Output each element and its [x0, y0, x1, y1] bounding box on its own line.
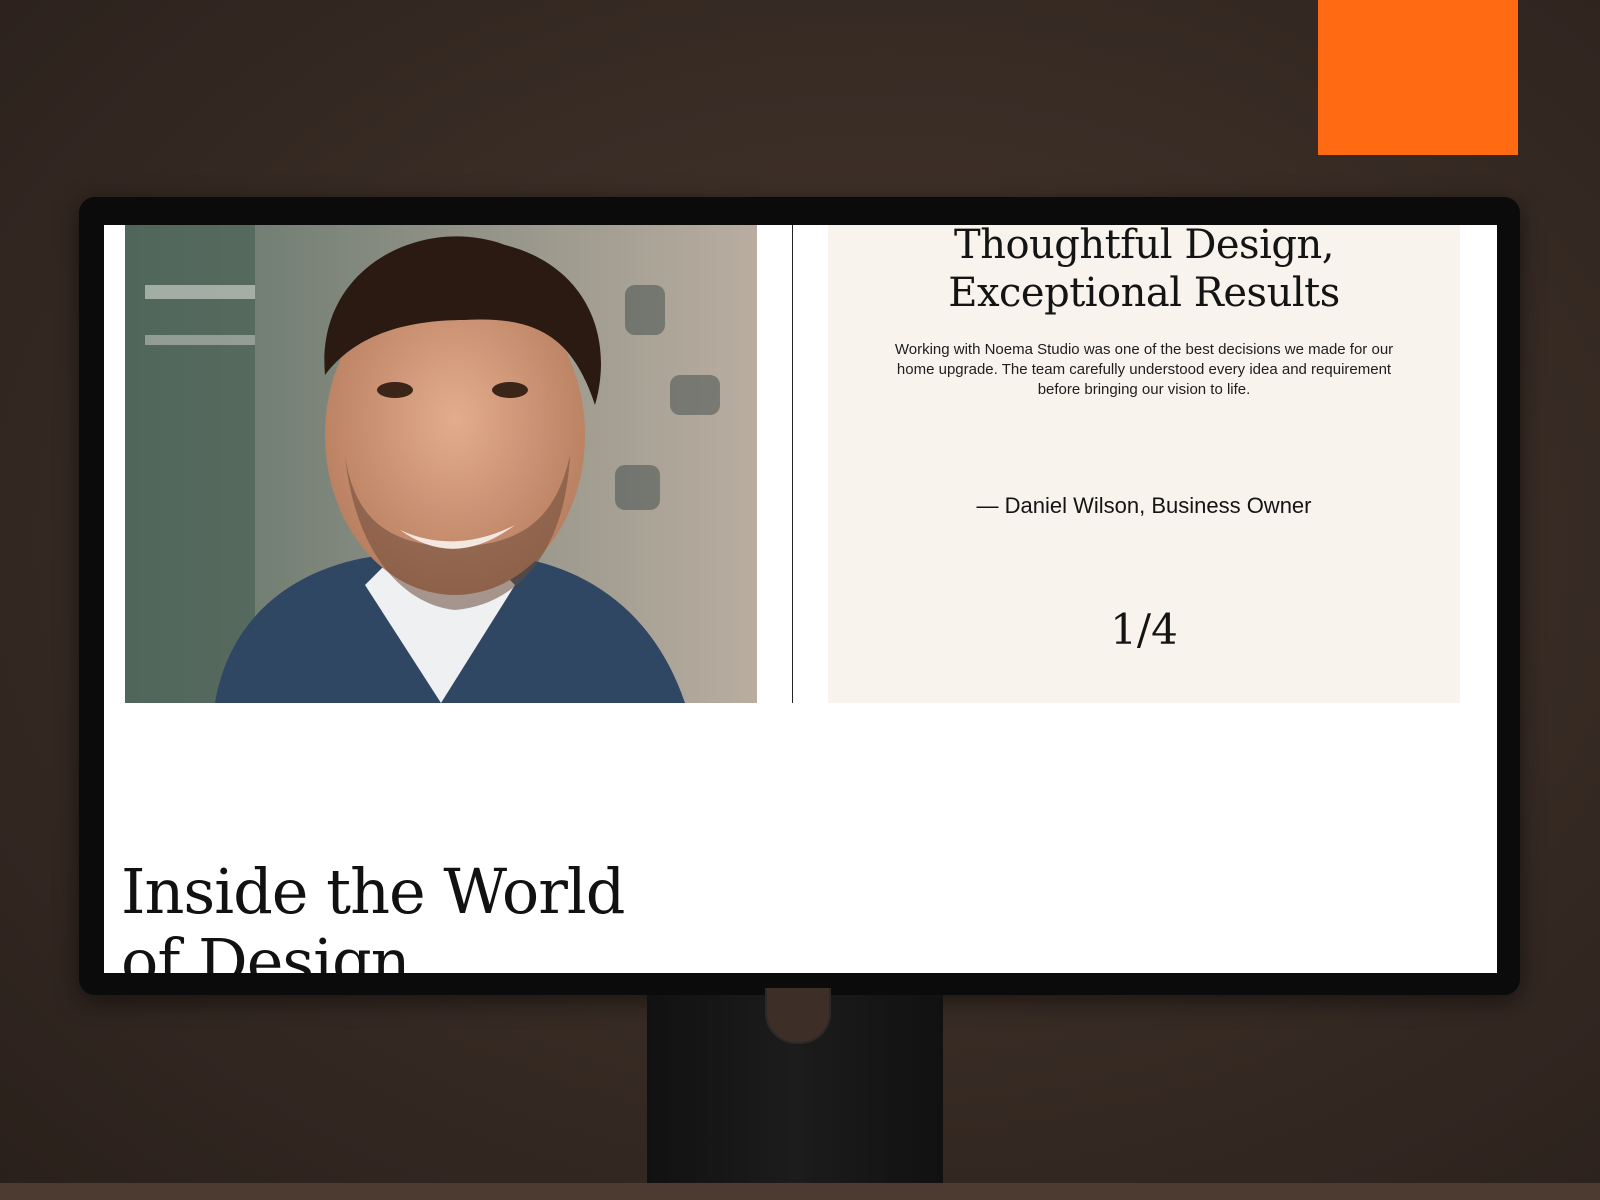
orange-accent-block	[1318, 0, 1518, 155]
testimonial-title: Thoughtful Design, Exceptional Results	[948, 225, 1340, 316]
slide-counter: 1/4	[1110, 605, 1178, 654]
vertical-divider	[792, 225, 793, 703]
desk-surface	[0, 1183, 1600, 1200]
testimonial-portrait	[125, 225, 757, 703]
website-screen: Thoughtful Design, Exceptional Results W…	[104, 225, 1497, 973]
testimonial-quote: Working with Noema Studio was one of the…	[894, 341, 1394, 398]
testimonial-panel: Thoughtful Design, Exceptional Results W…	[828, 225, 1460, 703]
monitor-stand-cable-hole	[765, 988, 831, 1044]
testimonial-author: — Daniel Wilson, Business Owner	[976, 493, 1312, 518]
section-heading: Inside the World of Design	[121, 855, 625, 974]
